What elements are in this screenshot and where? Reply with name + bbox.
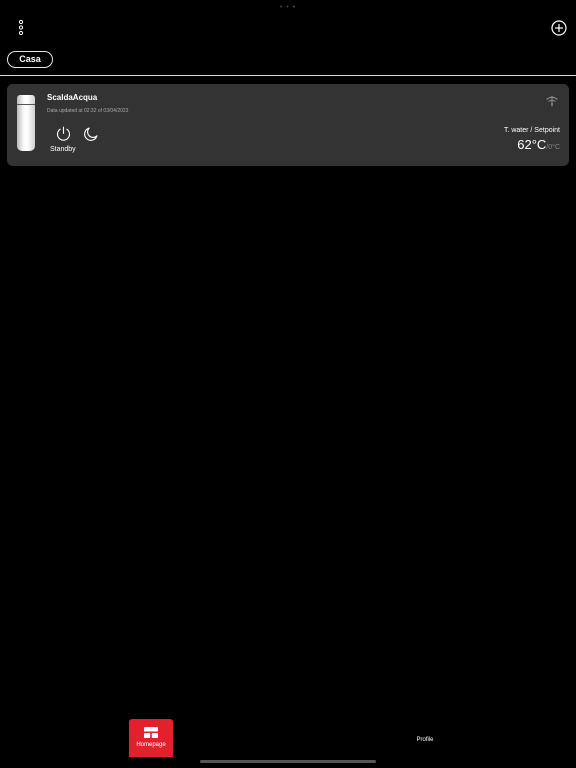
- tab-profile-label: Profile: [416, 737, 434, 743]
- temperature-label: T. water / Setpoint: [503, 127, 560, 134]
- power-button[interactable]: [55, 125, 72, 142]
- app-screen: • • • Casa ScaldaAcqua Data updated at 0…: [0, 0, 576, 768]
- device-name: ScaldaAcqua: [47, 93, 98, 102]
- home-indicator[interactable]: [200, 760, 376, 763]
- add-device-button[interactable]: [550, 19, 568, 37]
- plus-circle-icon: [551, 20, 567, 36]
- vertical-dots-icon: [18, 19, 24, 36]
- header-divider: [0, 75, 576, 76]
- device-mode-status: Standby: [50, 146, 76, 153]
- night-mode-button[interactable]: [83, 126, 99, 142]
- tab-profile[interactable]: Profile: [400, 735, 450, 753]
- temperature-values: 62°C/0°C: [517, 136, 560, 154]
- setpoint-temperature: 0°C: [548, 144, 560, 151]
- tab-homepage[interactable]: Homepage: [129, 719, 173, 757]
- water-heater-image: [17, 95, 35, 151]
- menu-button[interactable]: [14, 18, 28, 38]
- water-heater-band: [17, 104, 35, 105]
- location-chip-casa[interactable]: Casa: [7, 51, 53, 68]
- water-temperature: 62°C: [517, 137, 547, 152]
- power-icon: [56, 126, 71, 141]
- tab-homepage-label: Homepage: [136, 742, 166, 748]
- device-card[interactable]: ScaldaAcqua Data updated at 02:32 of 03/…: [7, 84, 569, 166]
- moon-icon: [84, 127, 98, 141]
- multitask-handle[interactable]: • • •: [0, 4, 576, 11]
- device-updated-time: Data updated at 02:32 of 03/04/2023: [47, 108, 129, 114]
- dashboard-icon: [144, 727, 158, 738]
- wifi-off-icon: [545, 94, 559, 107]
